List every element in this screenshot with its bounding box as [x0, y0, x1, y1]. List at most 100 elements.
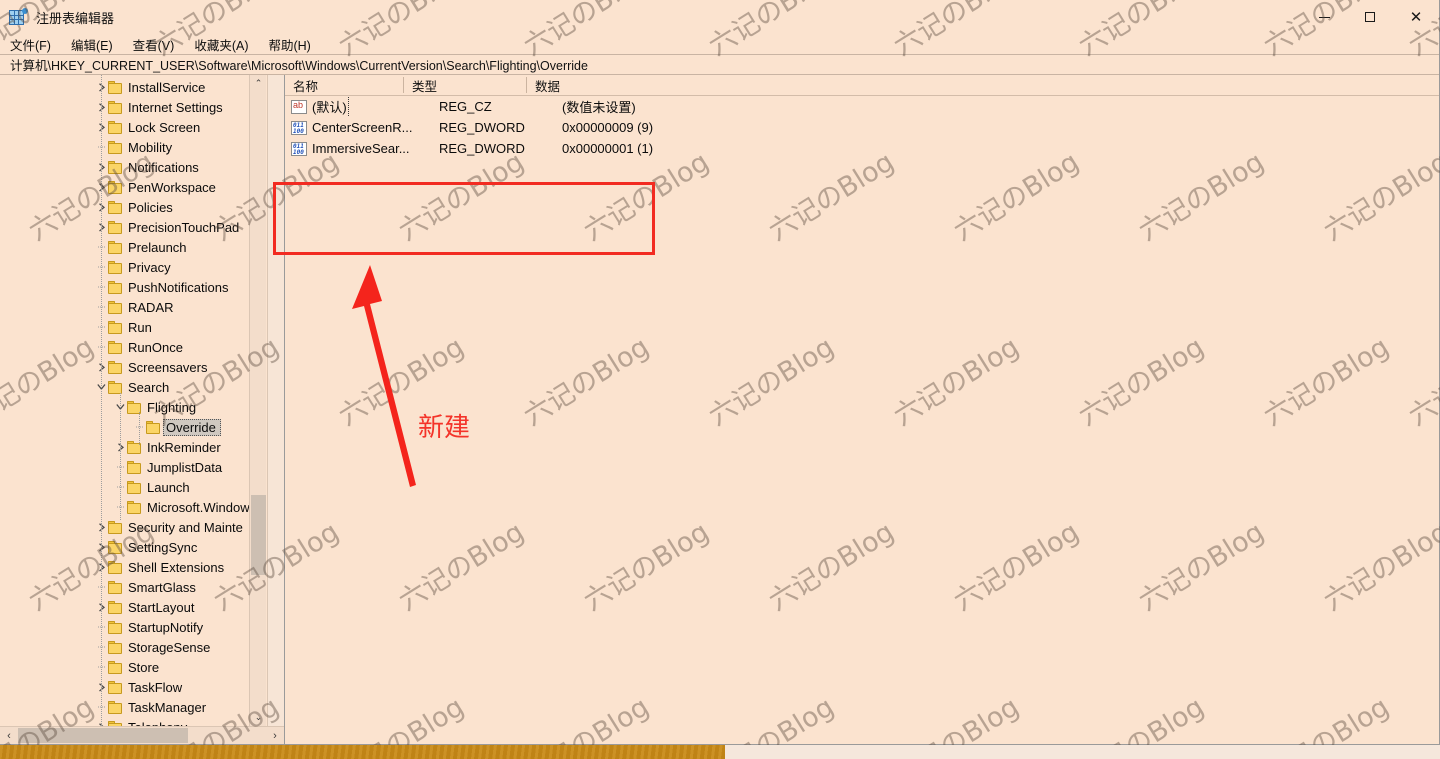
- column-header-name[interactable]: 名称: [285, 75, 404, 95]
- tree-guide-stub: [95, 237, 108, 257]
- menu-item-view[interactable]: 查看(V): [133, 35, 175, 54]
- chevron-right-icon[interactable]: [95, 517, 108, 537]
- tree-item-smartglass[interactable]: SmartGlass: [0, 577, 284, 597]
- tree-item-label: StartLayout: [128, 599, 195, 615]
- tree-item-microsoft-window[interactable]: Microsoft.Window: [0, 497, 284, 517]
- tree-item-settingsync[interactable]: SettingSync: [0, 537, 284, 557]
- tree-item-label: JumplistData: [147, 459, 223, 475]
- value-name-cell: CenterScreenR...: [312, 120, 431, 135]
- tree-item-lock-screen[interactable]: Lock Screen: [0, 117, 284, 137]
- chevron-right-icon[interactable]: [95, 717, 108, 726]
- tree-item-installservice[interactable]: InstallService: [0, 77, 284, 97]
- tree-item-penworkspace[interactable]: PenWorkspace: [0, 177, 284, 197]
- value-name: ImmersiveSear...: [312, 141, 410, 156]
- tree-item-flighting[interactable]: Flighting: [0, 397, 284, 417]
- tree-item-label: RunOnce: [128, 339, 183, 355]
- tree-outer-gutter: [267, 75, 284, 726]
- chevron-right-icon[interactable]: [95, 97, 108, 117]
- close-button[interactable]: ✕: [1393, 0, 1439, 34]
- chevron-right-icon[interactable]: [95, 557, 108, 577]
- chevron-right-icon[interactable]: [95, 677, 108, 697]
- tree-item-pushnotifications[interactable]: PushNotifications: [0, 277, 284, 297]
- folder-icon: [127, 460, 142, 474]
- tree-item-label: SmartGlass: [128, 579, 196, 595]
- menu-item-help[interactable]: 帮助(H): [268, 35, 310, 54]
- tree-item-prelaunch[interactable]: Prelaunch: [0, 237, 284, 257]
- tree-item-inkreminder[interactable]: InkReminder: [0, 437, 284, 457]
- tree-item-privacy[interactable]: Privacy: [0, 257, 284, 277]
- menu-item-edit[interactable]: 编辑(E): [71, 35, 113, 54]
- folder-icon: [108, 540, 123, 554]
- tree-item-precisiontouchpad[interactable]: PrecisionTouchPad: [0, 217, 284, 237]
- column-header-type[interactable]: 类型: [404, 75, 527, 95]
- column-header-data[interactable]: 数据: [527, 75, 1439, 95]
- folder-icon: [108, 240, 123, 254]
- chevron-right-icon[interactable]: [95, 197, 108, 217]
- address-bar[interactable]: 计算机\HKEY_CURRENT_USER\Software\Microsoft…: [0, 54, 1439, 75]
- tree-item-taskflow[interactable]: TaskFlow: [0, 677, 284, 697]
- minimize-button[interactable]: [1301, 0, 1347, 34]
- value-row[interactable]: 011 100 CenterScreenR... REG_DWORD 0x0000000…: [285, 117, 1439, 138]
- folder-icon: [108, 260, 123, 274]
- title-bar: 注册表编辑器 ✕: [0, 0, 1439, 34]
- tree-item-taskmanager[interactable]: TaskManager: [0, 697, 284, 717]
- menu-item-favorites[interactable]: 收藏夹(A): [194, 35, 248, 54]
- tree-item-shell-extensions[interactable]: Shell Extensions: [0, 557, 284, 577]
- tree-item-telephony[interactable]: Telephony: [0, 717, 284, 726]
- tree-item-startupnotify[interactable]: StartupNotify: [0, 617, 284, 637]
- tree-scrollbar-thumb[interactable]: [251, 495, 266, 575]
- tree-vertical-scrollbar[interactable]: ⌃ ⌄: [249, 75, 266, 726]
- tree-item-startlayout[interactable]: StartLayout: [0, 597, 284, 617]
- scroll-down-icon[interactable]: ⌄: [250, 709, 267, 726]
- tree-item-notifications[interactable]: Notifications: [0, 157, 284, 177]
- menu-bar: 文件(F) 编辑(E) 查看(V) 收藏夹(A) 帮助(H): [0, 34, 1439, 54]
- tree-item-run[interactable]: Run: [0, 317, 284, 337]
- tree-item-label: PrecisionTouchPad: [128, 219, 240, 235]
- tree-guide-stub: [95, 617, 108, 637]
- tree-item-store[interactable]: Store: [0, 657, 284, 677]
- scroll-left-icon[interactable]: ‹: [0, 727, 18, 745]
- tree-item-launch[interactable]: Launch: [0, 477, 284, 497]
- chevron-down-icon[interactable]: [114, 397, 127, 417]
- tree-item-search[interactable]: Search: [0, 377, 284, 397]
- chevron-right-icon[interactable]: [95, 177, 108, 197]
- tree-item-override[interactable]: Override: [0, 417, 284, 437]
- folder-icon: [108, 180, 123, 194]
- chevron-right-icon[interactable]: [95, 537, 108, 557]
- value-row[interactable]: (默认) REG_CZ (数值未设置): [285, 96, 1439, 117]
- tree-item-storagesense[interactable]: StorageSense: [0, 637, 284, 657]
- content-area: InstallService Internet Settings Lock Scre…: [0, 75, 1439, 744]
- tree-guide-stub: [95, 257, 108, 277]
- tree-item-jumplistdata[interactable]: JumplistData: [0, 457, 284, 477]
- folder-icon: [108, 360, 123, 374]
- chevron-right-icon[interactable]: [95, 597, 108, 617]
- chevron-right-icon[interactable]: [95, 357, 108, 377]
- value-row[interactable]: 011 100 ImmersiveSear... REG_DWORD 0x0000000…: [285, 138, 1439, 159]
- chevron-right-icon[interactable]: [95, 77, 108, 97]
- chevron-down-icon[interactable]: [95, 377, 108, 397]
- tree-item-mobility[interactable]: Mobility: [0, 137, 284, 157]
- tree-guide-stub: [95, 577, 108, 597]
- tree-hscrollbar-thumb[interactable]: [18, 728, 188, 743]
- tree-item-radar[interactable]: RADAR: [0, 297, 284, 317]
- tree-item-policies[interactable]: Policies: [0, 197, 284, 217]
- tree-item-runonce[interactable]: RunOnce: [0, 337, 284, 357]
- scroll-right-icon[interactable]: ›: [266, 727, 284, 745]
- folder-icon: [108, 700, 123, 714]
- scroll-up-icon[interactable]: ⌃: [250, 75, 267, 92]
- folder-icon: [127, 500, 142, 514]
- tree-item-label: Search: [128, 379, 170, 395]
- folder-icon: [108, 320, 123, 334]
- tree-item-internet-settings[interactable]: Internet Settings: [0, 97, 284, 117]
- maximize-button[interactable]: [1347, 0, 1393, 34]
- chevron-right-icon[interactable]: [95, 217, 108, 237]
- tree-list: InstallService Internet Settings Lock Scre…: [0, 77, 284, 726]
- chevron-right-icon[interactable]: [95, 157, 108, 177]
- menu-item-file[interactable]: 文件(F): [10, 35, 51, 54]
- tree-item-security-and-mainte[interactable]: Security and Mainte: [0, 517, 284, 537]
- tree-item-screensavers[interactable]: Screensavers: [0, 357, 284, 377]
- chevron-right-icon[interactable]: [114, 437, 127, 457]
- value-name: CenterScreenR...: [312, 120, 413, 135]
- tree-horizontal-scrollbar[interactable]: ‹ ›: [0, 726, 284, 744]
- chevron-right-icon[interactable]: [95, 117, 108, 137]
